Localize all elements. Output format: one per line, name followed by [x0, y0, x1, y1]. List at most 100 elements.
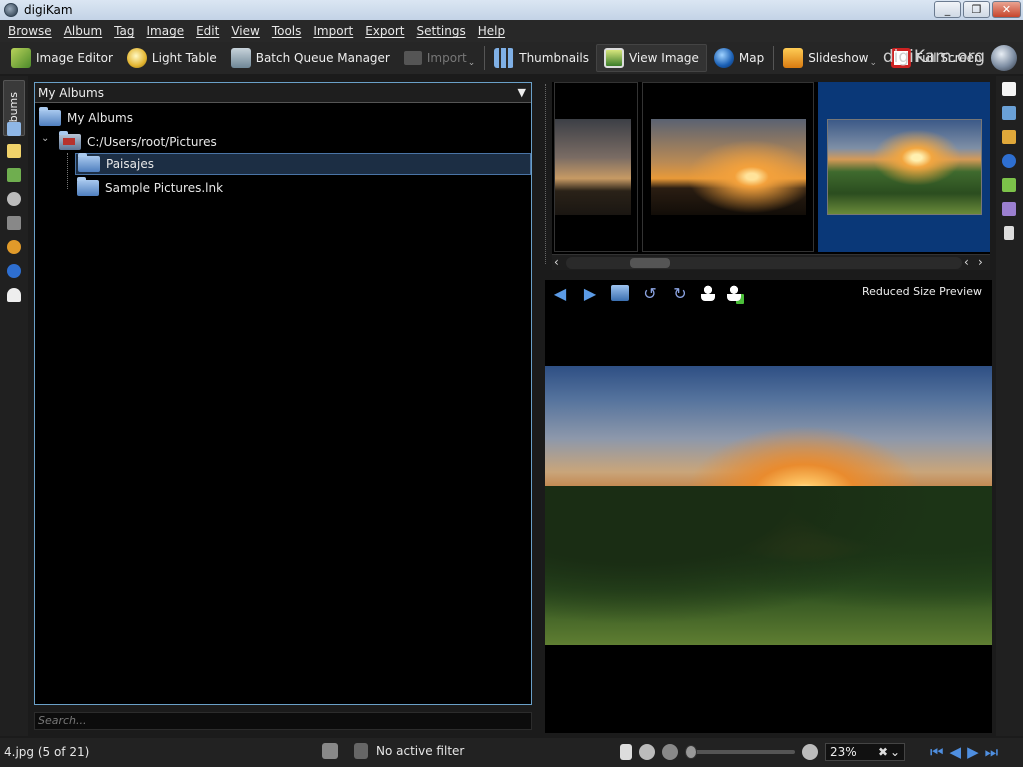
menu-import[interactable]: Import [307, 24, 359, 38]
previous-image-icon[interactable]: ◀ [950, 743, 962, 761]
toolbar-separator [773, 46, 775, 70]
albums-tab-icon [7, 122, 21, 136]
preview-image[interactable] [545, 366, 992, 645]
tree-item-paisajes[interactable]: Paisajes [75, 153, 531, 175]
zoom-fit-icon[interactable] [620, 744, 632, 760]
thumbnail-image [827, 119, 982, 215]
timeline-icon[interactable] [7, 240, 21, 254]
image-preview-panel: ◀ ▶ ↺ ↻ Reduced Size Preview [545, 280, 992, 733]
forward-arrow-icon[interactable]: ▶ [581, 284, 599, 303]
menu-help[interactable]: Help [472, 24, 511, 38]
captions-icon[interactable] [1002, 178, 1016, 192]
collapse-arrow-icon[interactable]: ⌄ [41, 133, 49, 144]
fuzzy-search-icon[interactable] [7, 216, 21, 230]
tree-item-pictures[interactable]: C:/Users/root/Pictures [59, 131, 217, 153]
colors-icon[interactable] [1002, 130, 1016, 144]
reset-filter-icon[interactable] [322, 743, 338, 759]
album-view-selector[interactable]: My Albums ▼ [35, 83, 531, 103]
thumbnail-image [651, 119, 806, 215]
back-arrow-icon[interactable]: ◀ [551, 284, 569, 303]
menu-tools[interactable]: Tools [266, 24, 308, 38]
zoom-slider-handle[interactable] [685, 745, 697, 759]
thumbnail-scrollbar[interactable]: ‹ ‹ › [552, 254, 990, 270]
filters-icon[interactable] [1004, 226, 1014, 240]
import-button[interactable]: Import ⌄ [397, 44, 482, 72]
scroll-prev-icon[interactable]: ‹ [964, 255, 969, 270]
camera-icon [403, 51, 422, 65]
album-combo-value: My Albums [38, 86, 104, 100]
scroll-left-icon[interactable]: ‹ [554, 255, 559, 270]
tree-connector [67, 153, 68, 189]
scroll-next-icon[interactable]: › [978, 255, 983, 270]
next-image-icon[interactable]: ▶ [967, 743, 979, 761]
thumbnail-item[interactable] [554, 82, 638, 252]
tree-item-label: Sample Pictures.lnk [105, 181, 224, 195]
first-image-icon[interactable]: ⏮ [930, 743, 944, 761]
chevron-down-icon: ⌄ [467, 58, 476, 68]
folder-icon [39, 107, 61, 126]
menu-view[interactable]: View [225, 24, 265, 38]
thumbnail-strip [552, 82, 990, 270]
menu-image[interactable]: Image [141, 24, 191, 38]
minimize-button[interactable]: _ [934, 1, 961, 18]
chevron-down-icon[interactable]: ⌄ [890, 744, 900, 760]
zoom-in-icon[interactable] [802, 744, 818, 760]
tree-item-sample-pictures[interactable]: Sample Pictures.lnk [77, 177, 223, 199]
menu-tag[interactable]: Tag [108, 24, 140, 38]
view-image-button[interactable]: View Image [595, 44, 707, 72]
search-icon[interactable] [7, 192, 21, 206]
main-toolbar: Image Editor Light Table Batch Queue Man… [0, 42, 1023, 74]
tree-item-my-albums[interactable]: My Albums [39, 107, 133, 129]
menu-album[interactable]: Album [58, 24, 108, 38]
right-sidebar-tabs [996, 76, 1023, 736]
zoom-level-field[interactable]: 23% ✖ ⌄ [825, 743, 905, 761]
face-tag-icon[interactable] [701, 285, 715, 301]
wrench-icon[interactable] [354, 743, 368, 759]
rotate-right-icon[interactable]: ↻ [671, 284, 689, 303]
batch-queue-button[interactable]: Batch Queue Manager [224, 44, 397, 72]
open-editor-icon[interactable] [611, 285, 629, 301]
scroll-track[interactable] [566, 257, 962, 269]
menu-settings[interactable]: Settings [411, 24, 472, 38]
map-search-icon[interactable] [7, 264, 21, 278]
menu-export[interactable]: Export [359, 24, 410, 38]
maximize-button[interactable]: ❐ [963, 1, 990, 18]
close-button[interactable]: ✕ [992, 1, 1021, 18]
geolocation-icon[interactable] [1002, 154, 1016, 168]
map-button[interactable]: Map [707, 44, 771, 72]
versions-icon[interactable] [1002, 202, 1016, 216]
calendar-icon[interactable] [7, 168, 21, 182]
splitter-handle[interactable] [545, 84, 546, 264]
thumbnail-item-selected[interactable] [818, 82, 990, 252]
panel-splitter[interactable] [538, 82, 542, 732]
slideshow-button[interactable]: Slideshow ⌄ [776, 44, 884, 72]
zoom-out-icon[interactable] [662, 744, 678, 760]
light-table-button[interactable]: Light Table [120, 44, 224, 72]
import-label: Import [426, 51, 467, 65]
zoom-in-icon[interactable] [639, 744, 655, 760]
thumbnails-label: Thumbnails [519, 51, 589, 65]
zoom-level-value: 23% [830, 745, 857, 759]
properties-icon[interactable] [1002, 82, 1016, 96]
thumbnails-button[interactable]: Thumbnails [487, 44, 596, 72]
people-icon[interactable] [7, 288, 21, 302]
rotate-left-icon[interactable]: ↺ [641, 284, 659, 303]
image-editor-button[interactable]: Image Editor [4, 44, 120, 72]
light-bulb-icon [126, 48, 147, 68]
tree-item-label: My Albums [67, 111, 133, 125]
menu-browse[interactable]: Browse [2, 24, 58, 38]
chevron-down-icon: ⌄ [869, 58, 878, 68]
last-image-icon[interactable]: ⏭ [985, 743, 999, 761]
metadata-icon[interactable] [1002, 106, 1016, 120]
folder-icon [78, 153, 100, 172]
menu-edit[interactable]: Edit [190, 24, 225, 38]
add-face-icon[interactable] [727, 285, 741, 301]
scroll-thumb[interactable] [630, 258, 670, 268]
clear-icon[interactable]: ✖ [878, 744, 888, 760]
chevron-down-icon: ▼ [517, 86, 526, 99]
thumbnail-item[interactable] [642, 82, 814, 252]
tag-icon[interactable] [7, 144, 21, 158]
left-sidebar-tabs: Albums [0, 76, 28, 736]
zoom-slider[interactable] [685, 745, 795, 759]
album-search-input[interactable]: Search... [34, 712, 532, 730]
